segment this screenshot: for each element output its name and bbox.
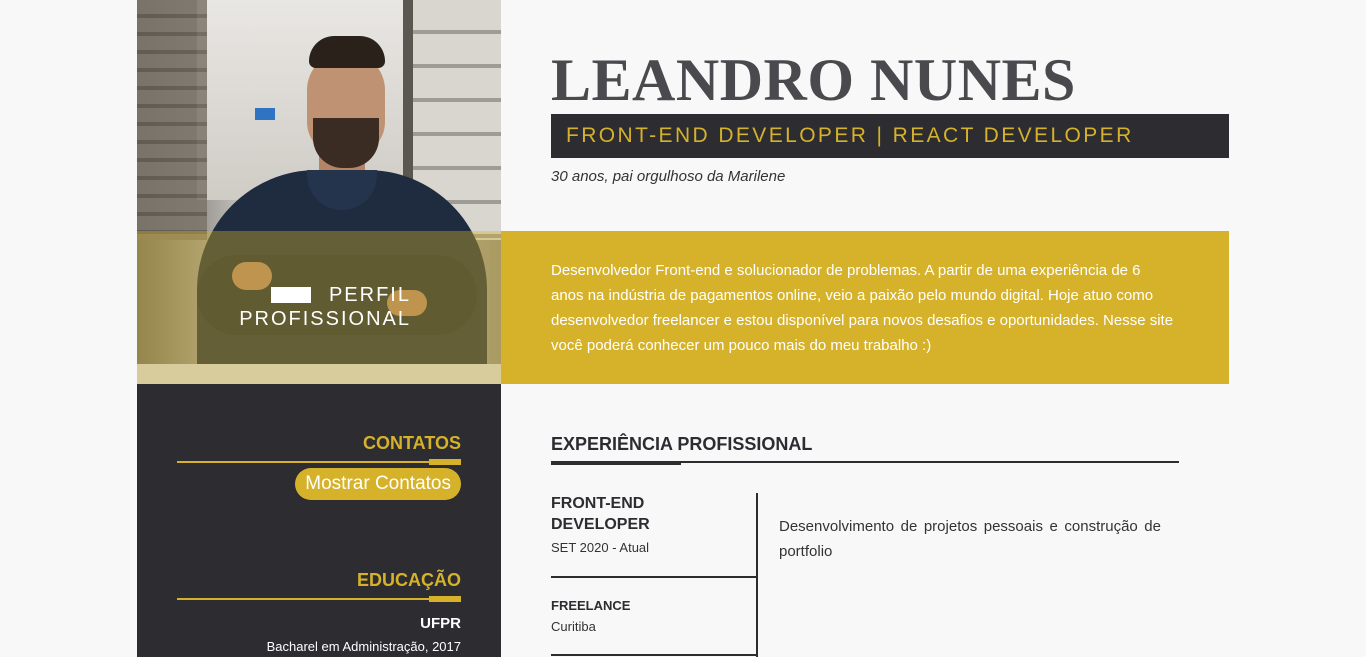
photo-bottom-strip <box>137 364 501 384</box>
experience-title: EXPERIÊNCIA PROFISSIONAL <box>551 434 813 454</box>
education-school: UFPR <box>420 615 461 632</box>
timeline-line <box>756 493 758 657</box>
job-description: Desenvolvimento de projetos pessoais e c… <box>779 518 1161 560</box>
role-banner: FRONT-END DEVELOPER | REACT DEVELOPER <box>551 114 1229 158</box>
job-title: FRONT-END DEVELOPER <box>551 495 650 533</box>
education-divider <box>177 596 461 602</box>
profile-label-line1: PERFIL <box>137 283 411 307</box>
about-section: Desenvolvedor Front-end e solucionador d… <box>501 231 1229 384</box>
job-date: SET 2020 - Atual <box>551 540 650 555</box>
profile-label-text1: PERFIL <box>328 284 411 306</box>
page-title: LEANDRO NUNES <box>551 47 1076 113</box>
job-separator <box>551 654 756 656</box>
education-title: EDUCAÇÃO <box>356 570 461 590</box>
photo-building-left <box>137 0 207 240</box>
tagline: 30 anos, pai orgulhoso da Marilene <box>551 168 786 185</box>
profile-section-label: PERFIL PROFISSIONAL <box>137 283 411 331</box>
job-separator <box>551 576 756 578</box>
sidebar: CONTATOS Mostrar Contatos EDUCAÇÃO UFPR … <box>137 384 501 657</box>
job-title: FREELANCE <box>551 598 631 613</box>
photo-hair <box>309 36 385 68</box>
label-bar-icon <box>270 287 311 303</box>
experience-divider <box>551 461 1179 465</box>
about-text: Desenvolvedor Front-end e solucionador d… <box>551 262 1174 354</box>
job-place: Curitiba <box>551 619 596 634</box>
contacts-title: CONTATOS <box>363 433 461 453</box>
photo-street-sign <box>255 108 275 120</box>
contacts-divider <box>177 459 461 465</box>
show-contacts-button[interactable]: Mostrar Contatos <box>295 468 461 500</box>
education-degree: Bacharel em Administração, 2017 <box>266 639 461 654</box>
profile-label-line2: PROFISSIONAL <box>239 308 411 330</box>
